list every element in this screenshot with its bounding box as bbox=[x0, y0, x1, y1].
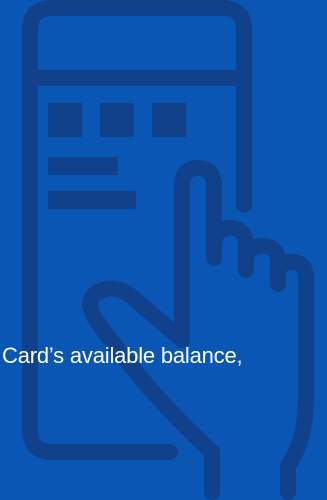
text-line-2 bbox=[48, 191, 136, 209]
app-block-2 bbox=[100, 103, 134, 137]
app-block-3 bbox=[152, 103, 186, 137]
phone-with-tapping-hand-icon bbox=[22, 0, 314, 500]
app-block-1 bbox=[48, 103, 82, 137]
text-line-1 bbox=[48, 157, 118, 175]
hand-outline bbox=[82, 160, 314, 500]
balance-caption: Card’s available balance, bbox=[2, 343, 243, 368]
